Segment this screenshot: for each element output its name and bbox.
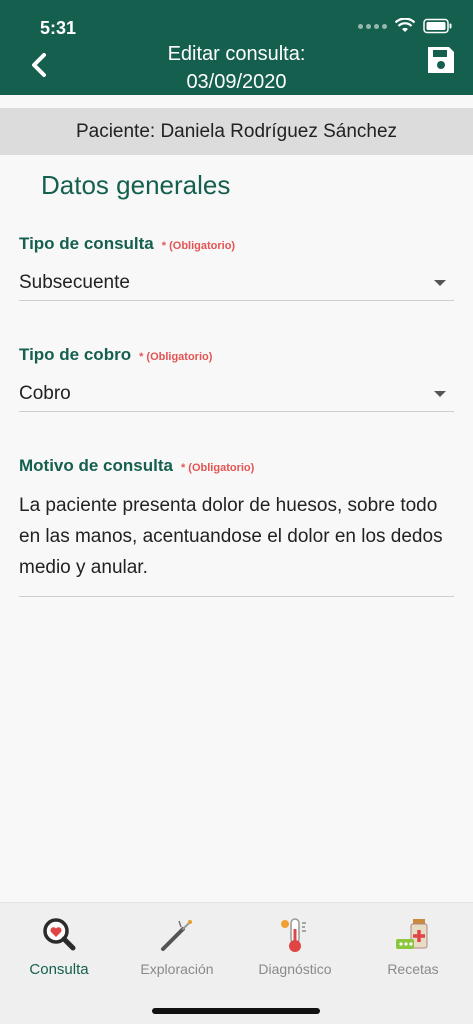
tipo-consulta-value: Subsecuente — [19, 271, 130, 293]
save-button[interactable] — [425, 44, 459, 80]
required-note: * (Obligatorio) — [139, 351, 213, 363]
medicine-icon — [396, 919, 428, 949]
floppy-disk-icon — [428, 47, 454, 73]
status-icons — [358, 18, 453, 34]
probe-icon — [161, 920, 192, 951]
tipo-cobro-select[interactable]: Cobro — [19, 376, 454, 412]
tab-label: Consulta — [29, 961, 89, 978]
tab-label: Recetas — [387, 961, 439, 977]
motivo-label-text: Motivo de consulta — [19, 456, 173, 475]
wifi-icon — [395, 18, 415, 32]
chevron-left-icon — [32, 53, 46, 77]
tipo-cobro-value: Cobro — [19, 382, 71, 404]
dropdown-arrow-icon — [434, 390, 446, 397]
home-indicator — [152, 1008, 320, 1014]
required-note: * (Obligatorio) — [180, 462, 255, 474]
tab-diagnostico[interactable]: Diagnóstico — [236, 915, 354, 985]
patient-name: Paciente: Daniela Rodríguez Sánchez — [75, 120, 398, 142]
motivo-textarea[interactable]: La paciente presenta dolor de huesos, so… — [19, 490, 454, 597]
page-title: Editar consulta: 03/09/2020 — [80, 40, 393, 96]
tipo-consulta-label-text: Tipo de consulta — [19, 234, 154, 253]
battery-icon — [423, 18, 452, 34]
title-line-1: Editar consulta: — [167, 43, 306, 65]
title-line-2: 03/09/2020 — [186, 71, 287, 93]
back-button[interactable] — [22, 48, 56, 82]
bottom-tab-bar: Consulta Exploración Diagnóstico Recetas — [0, 902, 473, 1024]
motivo-label: Motivo de consulta * (Obligatorio) — [19, 456, 254, 476]
tipo-cobro-label: Tipo de cobro * (Obligatorio) — [19, 345, 212, 365]
tab-recetas[interactable]: Recetas — [354, 915, 472, 985]
thermometer-icon — [281, 918, 306, 952]
signal-icon — [358, 23, 387, 29]
app-header: 5:31 Editar consulta: 03/09/2020 — [0, 0, 473, 95]
tipo-cobro-label-text: Tipo de cobro — [19, 345, 132, 364]
section-title: Datos generales — [41, 170, 231, 200]
patient-banner: Paciente: Daniela Rodríguez Sánchez — [0, 108, 473, 155]
tab-exploracion[interactable]: Exploración — [118, 915, 236, 985]
tab-label: Diagnóstico — [258, 961, 332, 977]
tipo-consulta-label: Tipo de consulta * (Obligatorio) — [19, 234, 235, 254]
tab-label: Exploración — [140, 961, 214, 977]
magnifier-heart-icon — [43, 918, 76, 951]
status-time: 5:31 — [40, 18, 77, 38]
tipo-consulta-select[interactable]: Subsecuente — [19, 265, 454, 301]
required-note: * (Obligatorio) — [161, 240, 236, 252]
tab-consulta[interactable]: Consulta — [0, 915, 118, 985]
dropdown-arrow-icon — [434, 279, 446, 286]
